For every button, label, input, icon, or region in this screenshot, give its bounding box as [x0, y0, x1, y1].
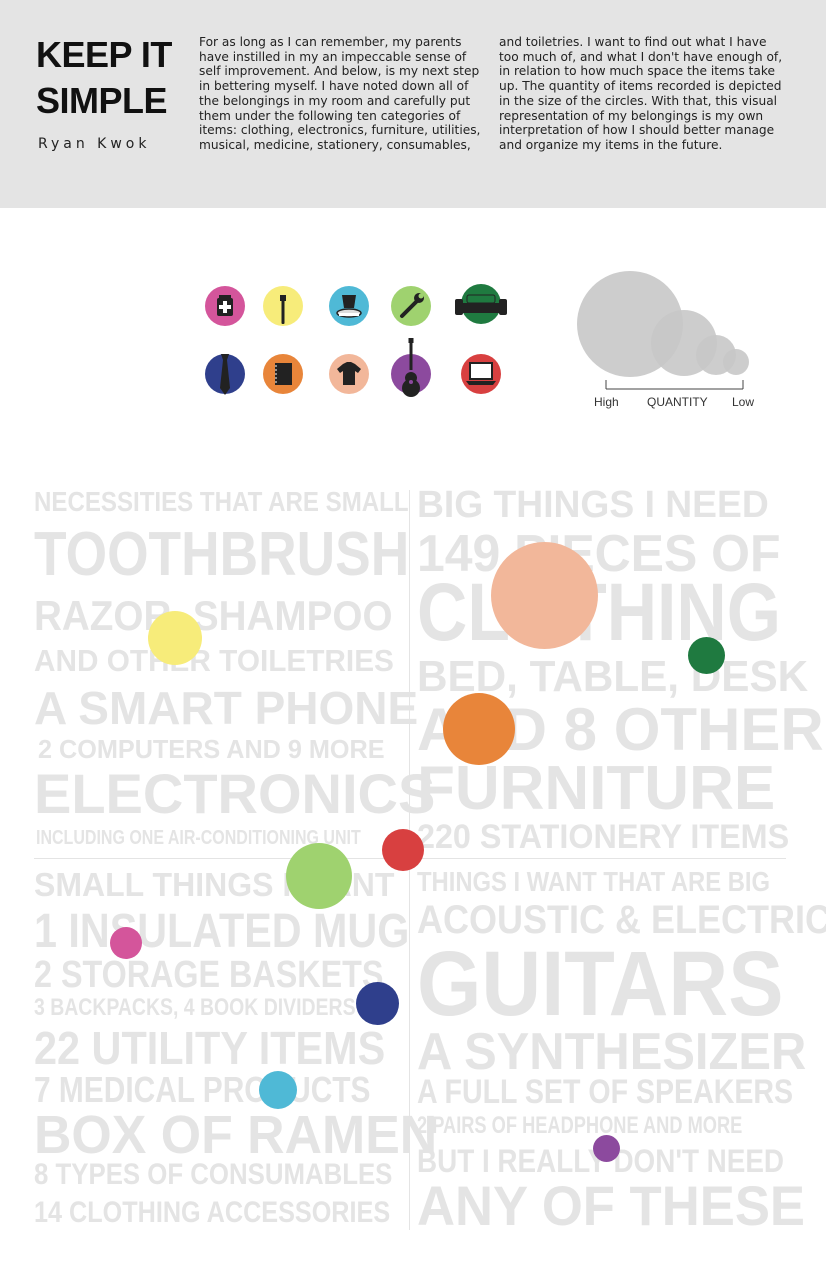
musical-dot [593, 1135, 620, 1162]
sofa-icon [455, 284, 507, 324]
wall-text-left: 14 CLOTHING ACCESSORIES [34, 1196, 391, 1229]
laptop-icon [461, 354, 501, 394]
wall-text-left: A SMART PHONE [34, 682, 419, 734]
medicine-dot [110, 927, 142, 959]
stationery-dot [443, 693, 515, 765]
intro-paragraph-col-2: and toiletries. I want to find out what … [499, 35, 783, 152]
wall-text-left: BOX OF RAMEN [34, 1105, 438, 1165]
legend-low-label: Low [732, 395, 755, 409]
toiletries-dot [148, 611, 202, 665]
guitar-icon [391, 338, 431, 397]
wall-text-right: 220 STATIONERY ITEMS [417, 818, 790, 856]
wall-text-left: 7 MEDICAL PRODUCTS [34, 1069, 371, 1110]
clothing-dot [491, 542, 598, 649]
wall-text-right: CLOTHING [417, 567, 781, 658]
consumables-dot [259, 1071, 297, 1109]
legend-quantity-label: QUANTITY [647, 395, 708, 409]
notebook-icon [263, 354, 303, 394]
quantity-legend [577, 271, 749, 390]
intro-paragraph-col-1: For as long as I can remember, my parent… [199, 35, 481, 152]
wall-text-left: 22 UTILITY ITEMS [34, 1022, 386, 1074]
header-panel: KEEP IT SIMPLE Ryan Kwok For as long as … [0, 0, 826, 208]
title-line-1: KEEP IT [36, 34, 172, 75]
wall-text-right: ANY OF THESE [417, 1174, 806, 1237]
wall-text-left: 2 STORAGE BASKETS [34, 954, 384, 996]
title-line-2: SIMPLE [36, 80, 168, 121]
wall-text-left: RAZOR, SHAMPOO [34, 592, 393, 639]
wall-text-right: A SYNTHESIZER [417, 1023, 807, 1081]
wall-text-left: NECESSITIES THAT ARE SMALL [34, 486, 409, 517]
toothbrush-icon [263, 286, 303, 326]
wall-text-left: 8 TYPES OF CONSUMABLES [34, 1158, 393, 1191]
wall-text-left: 3 BACKPACKS, 4 BOOK DIVIDERS [34, 994, 356, 1021]
shirt-icon [329, 354, 369, 394]
wall-text-right: FURNITURE [417, 754, 776, 823]
electronics-dot [382, 829, 424, 871]
furniture-dot [688, 637, 725, 674]
wall-text-left: 1 INSULATED MUG [34, 905, 410, 958]
author-name: Ryan Kwok [38, 136, 151, 152]
legend-circle-smallest [723, 349, 749, 375]
wall-text-left: 2 COMPUTERS AND 9 MORE [38, 734, 385, 764]
wrench-icon [391, 286, 431, 326]
wall-text-left: AND OTHER TOILETRIES [34, 643, 394, 678]
medicine-icon [205, 286, 245, 326]
wall-text-left: TOOTHBRUSH [34, 520, 410, 589]
page-title: KEEP IT SIMPLE [36, 32, 186, 124]
consumables-icon [329, 286, 369, 326]
wall-text-right: A FULL SET OF SPEAKERS [417, 1073, 794, 1111]
legend-high-label: High [594, 395, 619, 409]
utility-dot [286, 843, 352, 909]
wall-text-right: 2 PAIRS OF HEADPHONE AND MORE [417, 1112, 743, 1139]
tie-icon [205, 354, 245, 395]
wall-text-left: ELECTRONICS [34, 762, 436, 825]
wall-text-right: THINGS I WANT THAT ARE BIG [417, 866, 771, 897]
wall-text-right: GUITARS [417, 933, 784, 1035]
clothing-accessories-dot [356, 982, 399, 1025]
wall-text-right: BIG THINGS I NEED [417, 484, 769, 526]
